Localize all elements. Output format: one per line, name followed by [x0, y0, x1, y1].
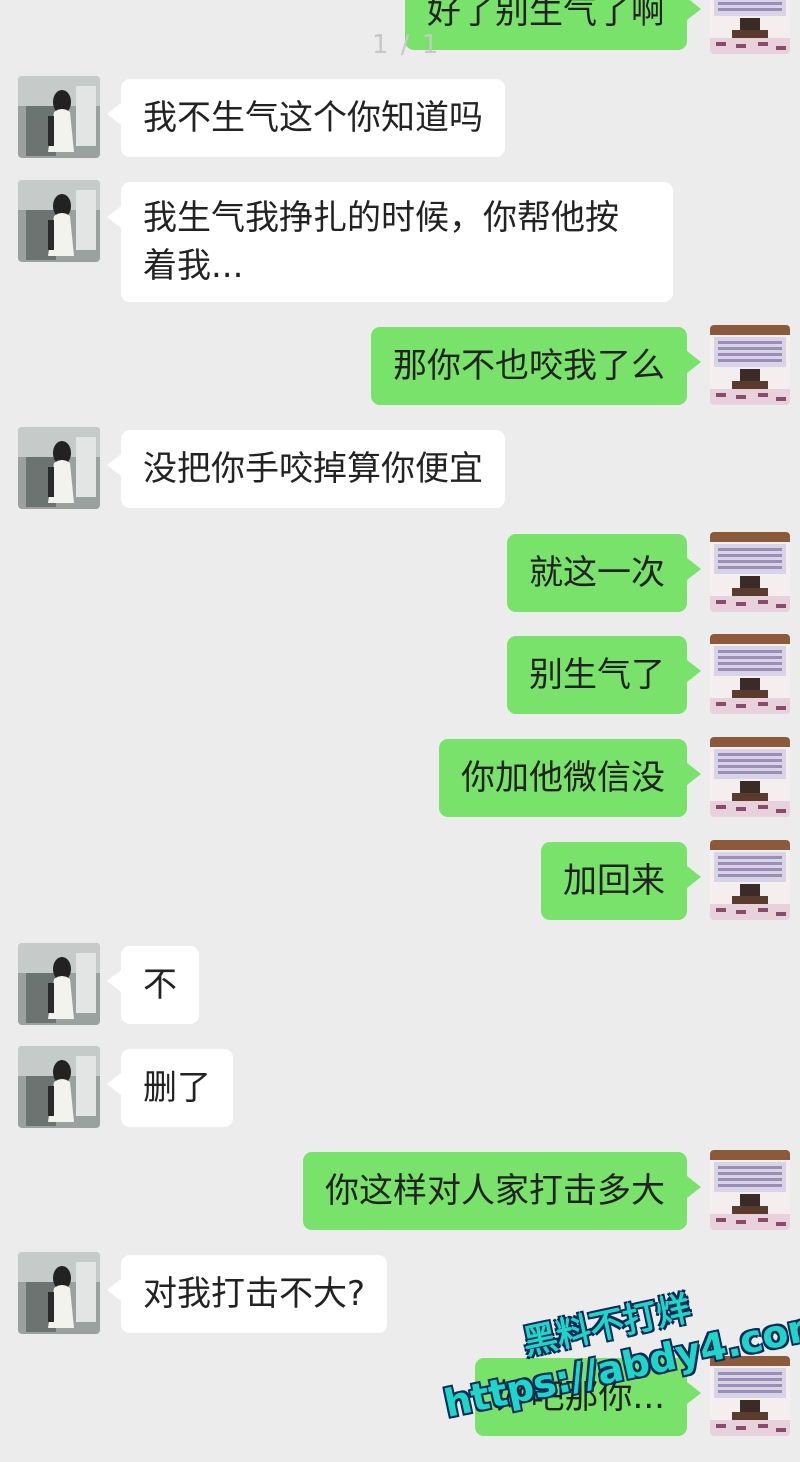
message-bubble-incoming[interactable]: 对我打击不大?: [106, 1255, 388, 1333]
contact-avatar-icon[interactable]: [18, 943, 100, 1025]
message-text: 不: [143, 965, 177, 1005]
message-text: 就这一次: [529, 553, 665, 593]
message-bubble-incoming[interactable]: 没把你手咬掉算你便宜: [107, 430, 505, 508]
self-avatar-icon[interactable]: [710, 737, 790, 817]
message-row: 我生气我挣扎的时候，你帮他按着我...: [0, 180, 800, 302]
message-text: 没把你手咬掉算你便宜: [143, 449, 483, 489]
contact-avatar-icon[interactable]: [18, 1046, 100, 1128]
message-bubble-outgoing[interactable]: 那你不也咬我了么: [371, 327, 701, 405]
message-text: 加回来: [563, 861, 665, 901]
self-avatar-icon[interactable]: [710, 0, 790, 54]
message-text: 你加他微信没: [461, 758, 665, 798]
message-text: 我生气我挣扎的时候，你帮他按着我...: [143, 198, 619, 286]
message-row: 我不生气这个你知道吗: [0, 76, 800, 158]
self-avatar-icon[interactable]: [710, 1150, 790, 1230]
message-row: 没把你手咬掉算你便宜: [0, 427, 800, 509]
self-avatar-icon[interactable]: [710, 532, 790, 612]
message-bubble-outgoing[interactable]: 好了别生气了啊: [405, 0, 701, 50]
contact-avatar-icon[interactable]: [18, 1252, 100, 1334]
message-bubble-incoming[interactable]: 我生气我挣扎的时候，你帮他按着我...: [107, 182, 673, 302]
chat-area: 好了别生气了啊 1 / 1 我不生气这个你知道吗 我生气我挣扎的时候，你帮他按着…: [0, 0, 800, 1462]
message-text: 别生气了: [529, 655, 665, 695]
message-row: 删了: [0, 1046, 800, 1128]
self-avatar-icon[interactable]: [710, 325, 790, 405]
message-row: 别生气了: [0, 634, 800, 716]
message-text: 删了: [143, 1068, 211, 1108]
self-avatar-icon[interactable]: [710, 840, 790, 920]
contact-avatar-icon[interactable]: [18, 180, 100, 262]
message-bubble-incoming[interactable]: 我不生气这个你知道吗: [107, 79, 505, 157]
message-text: 对我打击不大?: [143, 1274, 366, 1314]
contact-avatar-icon[interactable]: [18, 427, 100, 509]
message-text: 你这样对人家打击多大: [325, 1171, 665, 1211]
message-text: 好了别生气了啊: [427, 0, 665, 32]
message-bubble-outgoing[interactable]: 就这一次: [507, 534, 701, 612]
contact-avatar-icon[interactable]: [18, 76, 100, 158]
message-bubble-outgoing[interactable]: 别生气了: [507, 636, 701, 714]
message-bubble-incoming[interactable]: 不: [107, 946, 199, 1024]
message-bubble-incoming[interactable]: 删了: [107, 1049, 233, 1127]
page-indicator: 1 / 1: [372, 30, 441, 60]
message-bubble-outgoing[interactable]: 你加他微信没: [439, 739, 701, 817]
message-row: 加回来: [0, 840, 800, 922]
message-row: 你加他微信没: [0, 737, 800, 819]
message-row: 不: [0, 943, 800, 1025]
message-text: 那你不也咬我了么: [393, 346, 665, 386]
message-row: 你这样对人家打击多大: [0, 1150, 800, 1232]
message-bubble-outgoing[interactable]: 加回来: [541, 842, 701, 920]
message-text: 我不生气这个你知道吗: [143, 98, 483, 138]
self-avatar-icon[interactable]: [710, 634, 790, 714]
message-bubble-outgoing[interactable]: 你这样对人家打击多大: [303, 1152, 701, 1230]
message-row: 就这一次: [0, 532, 800, 614]
message-row: 那你不也咬我了么: [0, 325, 800, 407]
